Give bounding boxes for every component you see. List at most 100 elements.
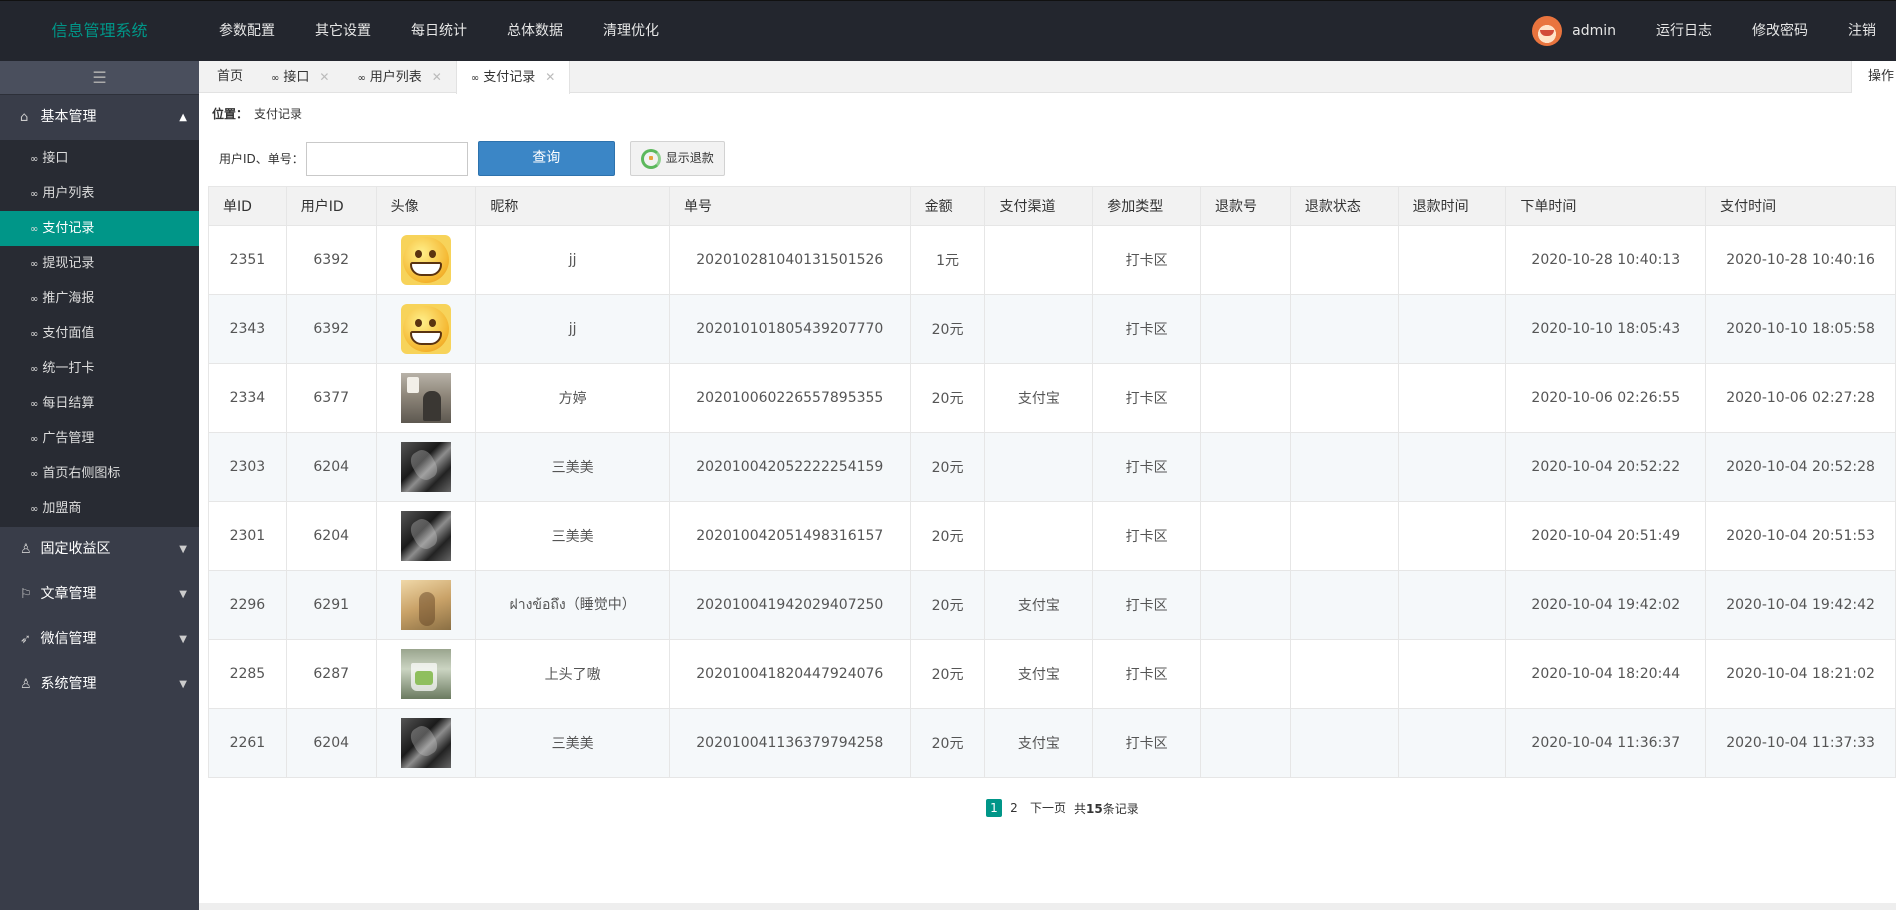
link-icon: ∞ <box>470 73 480 84</box>
sidebar-item-label: 提现记录 <box>42 256 95 271</box>
sidebar-item-user-list[interactable]: ∞ 用户列表 <box>0 176 199 211</box>
page-2-link[interactable]: 2 <box>1006 799 1022 817</box>
cell-pay-channel <box>984 225 1094 295</box>
app-title[interactable]: 信息管理系统 <box>0 1 199 61</box>
cell-refund-status <box>1289 432 1399 502</box>
query-button[interactable]: 查询 <box>477 141 615 176</box>
cell-amount: 20元 <box>909 294 986 364</box>
sidebar-toggle-icon[interactable]: ☰ <box>0 61 199 95</box>
logout-link[interactable]: 注销 <box>1828 1 1896 61</box>
topnav-daily-stats[interactable]: 每日统计 <box>391 1 487 61</box>
col-header[interactable]: 参加类型 <box>1092 186 1202 226</box>
avatar[interactable] <box>400 235 451 285</box>
cell-nickname: 三美美 <box>475 501 670 571</box>
cell-avatar <box>375 225 477 295</box>
avatar[interactable] <box>400 373 451 423</box>
page-current[interactable]: 1 <box>986 799 1002 817</box>
table-row[interactable]: 2296 6291 ฝางข้อถึง（睡觉中） 202010041942029407… <box>208 570 1896 640</box>
cell-refund-no <box>1200 363 1291 433</box>
sidebar-group-articles[interactable]: ⚐ 文章管理 ▼ <box>0 572 199 617</box>
cell-user-id: 6204 <box>285 708 377 778</box>
topnav-overall-data[interactable]: 总体数据 <box>487 1 583 61</box>
tab-operations-button[interactable]: 操作 <box>1850 61 1896 93</box>
run-log-link[interactable]: 运行日志 <box>1636 1 1732 61</box>
col-header[interactable]: 金额 <box>909 186 986 226</box>
sidebar-item-daily-settlement[interactable]: ∞ 每日结算 <box>0 386 199 421</box>
avatar[interactable] <box>400 718 451 768</box>
cell-created-time: 2020-10-28 10:40:13 <box>1505 225 1707 295</box>
table-row[interactable]: 2351 6392 jj 202010281040131501526 1元 打卡区 2020… <box>208 225 1896 295</box>
sidebar-item-api[interactable]: ∞ 接口 <box>0 141 199 176</box>
cell-avatar <box>375 708 477 778</box>
col-header[interactable]: 支付时间 <box>1705 186 1896 226</box>
tab-user-list[interactable]: ∞ 用户列表 ✕ <box>343 61 455 93</box>
cell-created-time: 2020-10-06 02:26:55 <box>1505 363 1707 433</box>
cell-join-type: 打卡区 <box>1092 225 1202 295</box>
topnav-cleanup[interactable]: 清理优化 <box>583 1 679 61</box>
change-password-link[interactable]: 修改密码 <box>1732 1 1828 61</box>
col-header[interactable]: 单ID <box>208 186 287 226</box>
col-header[interactable]: 退款号 <box>1200 186 1291 226</box>
close-icon[interactable]: ✕ <box>432 70 442 84</box>
show-refund-button[interactable]: 显示退款 <box>629 141 725 176</box>
sidebar-group-fixed-income[interactable]: ♙ 固定收益区 ▼ <box>0 527 199 572</box>
sidebar-group-wechat[interactable]: ➶ 微信管理 ▼ <box>0 617 199 662</box>
tab-api[interactable]: ∞ 接口 ✕ <box>257 61 343 93</box>
table-row[interactable]: 2301 6204 三美美 202010042051498316157 20元 打卡区 20… <box>208 501 1896 571</box>
topnav-other-settings[interactable]: 其它设置 <box>295 1 391 61</box>
next-page-link[interactable]: 下一页 <box>1026 799 1070 817</box>
col-header[interactable]: 下单时间 <box>1505 186 1707 226</box>
cell-avatar <box>375 363 477 433</box>
col-header[interactable]: 退款时间 <box>1397 186 1507 226</box>
cell-order-no: 202010101805439207770 <box>668 294 911 364</box>
table-row[interactable]: 2343 6392 jj 202010101805439207770 20元 打卡区 202… <box>208 294 1896 364</box>
chevron-down-icon: ▼ <box>179 544 187 555</box>
sidebar-group-system[interactable]: ♙ 系统管理 ▼ <box>0 662 199 707</box>
cell-refund-no <box>1200 639 1291 709</box>
avatar[interactable] <box>400 511 451 561</box>
table-row[interactable]: 2303 6204 三美美 202010042052222254159 20元 打卡区 20… <box>208 432 1896 502</box>
avatar[interactable] <box>400 580 451 630</box>
sidebar-item-unified-checkin[interactable]: ∞ 统一打卡 <box>0 351 199 386</box>
user-menu[interactable]: admin <box>1522 16 1636 46</box>
cell-refund-time <box>1397 294 1507 364</box>
breadcrumb-label: 位置： <box>212 107 249 121</box>
table-row[interactable]: 2285 6287 上头了嗷 202010041820447924076 20元 支付宝打… <box>208 639 1896 709</box>
sidebar-item-franchisee[interactable]: ∞ 加盟商 <box>0 491 199 526</box>
tab-payment-records[interactable]: ∞ 支付记录 ✕ <box>455 61 571 94</box>
close-icon[interactable]: ✕ <box>319 70 329 84</box>
col-header[interactable]: 支付渠道 <box>984 186 1094 226</box>
search-input[interactable] <box>305 141 468 176</box>
cell-avatar <box>375 294 477 364</box>
table-row[interactable]: 2261 6204 三美美 202010041136379794258 20元 支付宝 打卡… <box>208 708 1896 778</box>
cell-amount: 20元 <box>909 432 986 502</box>
sidebar-group-basic[interactable]: ⌂ 基本管理 ▲ <box>0 95 199 140</box>
sidebar-item-home-right-icons[interactable]: ∞ 首页右侧图标 <box>0 456 199 491</box>
total-suffix: 条记录 <box>1102 801 1139 816</box>
sidebar-item-payment-denomination[interactable]: ∞ 支付面值 <box>0 316 199 351</box>
table-row[interactable]: 2334 6377 方婷 202010060226557895355 20元 支付宝 打卡区… <box>208 363 1896 433</box>
cell-created-time: 2020-10-04 20:51:49 <box>1505 501 1707 571</box>
col-header[interactable]: 退款状态 <box>1289 186 1399 226</box>
col-header[interactable]: 头像 <box>375 186 477 226</box>
col-header[interactable]: 单号 <box>668 186 911 226</box>
sidebar-item-promo-poster[interactable]: ∞ 推广海报 <box>0 281 199 316</box>
cell-order-id: 2285 <box>208 639 287 709</box>
close-icon[interactable]: ✕ <box>545 70 555 84</box>
cell-join-type: 打卡区 <box>1092 570 1202 640</box>
cell-join-type: 打卡区 <box>1092 363 1202 433</box>
cell-user-id: 6204 <box>285 432 377 502</box>
col-header[interactable]: 用户ID <box>285 186 377 226</box>
sidebar-item-ad-management[interactable]: ∞ 广告管理 <box>0 421 199 456</box>
tab-home[interactable]: 首页 <box>203 61 257 93</box>
avatar[interactable] <box>400 304 451 354</box>
avatar[interactable] <box>400 649 451 699</box>
sidebar-item-payment-records[interactable]: ∞ 支付记录 <box>0 211 199 246</box>
topnav-params[interactable]: 参数配置 <box>199 1 295 61</box>
sidebar-item-withdraw-records[interactable]: ∞ 提现记录 <box>0 246 199 281</box>
avatar[interactable] <box>400 442 451 492</box>
show-refund-label: 显示退款 <box>665 151 714 165</box>
cell-created-time: 2020-10-04 19:42:02 <box>1505 570 1707 640</box>
col-header[interactable]: 昵称 <box>475 186 670 226</box>
total-prefix: 共 <box>1074 801 1087 816</box>
